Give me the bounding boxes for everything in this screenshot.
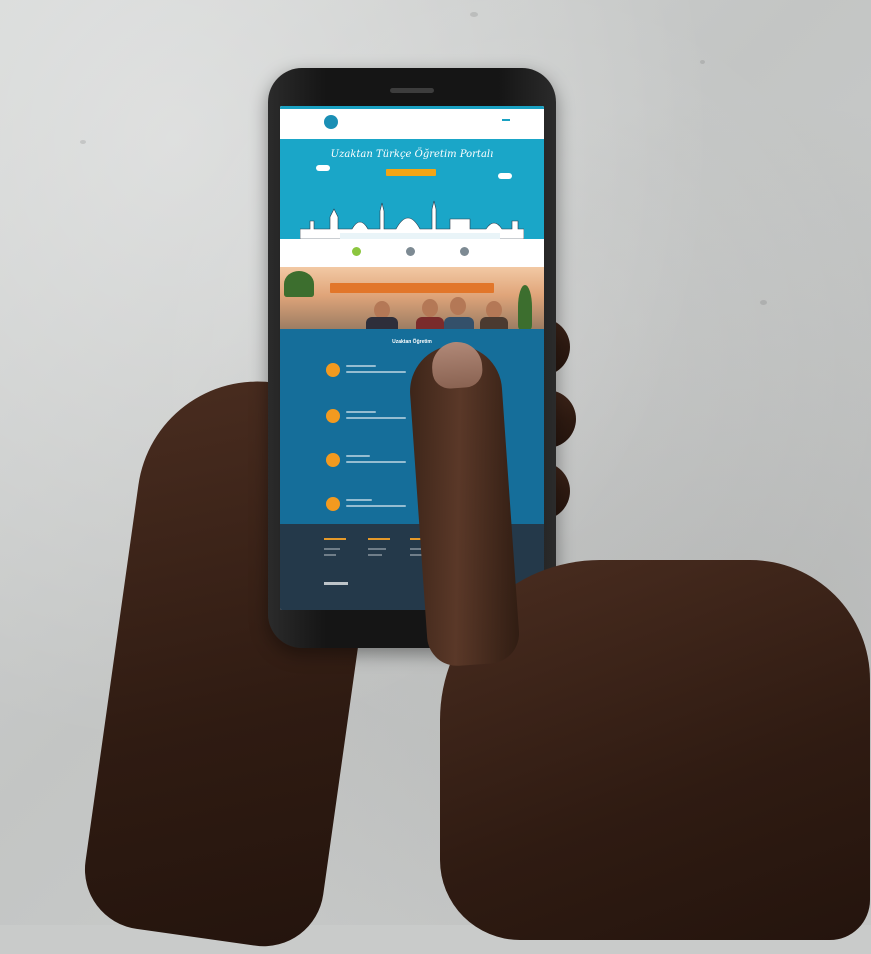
nav-login-button[interactable] [502, 119, 510, 121]
photo-caption-banner [330, 283, 494, 293]
service-text [346, 411, 376, 413]
student-clothing [366, 317, 398, 329]
background-texture [700, 60, 705, 64]
cloud-icon [498, 173, 512, 179]
service-icon [326, 409, 340, 423]
service-icon [326, 497, 340, 511]
service-text [346, 505, 406, 507]
gray-circle-icon[interactable] [460, 247, 469, 256]
background-texture [470, 12, 478, 17]
cloud-icon [316, 165, 330, 171]
footer-button[interactable] [324, 582, 348, 585]
footer-column-title [324, 538, 346, 540]
footer-link[interactable] [368, 548, 386, 550]
service-text [346, 371, 406, 373]
background-texture [760, 300, 767, 305]
service-text [346, 461, 406, 463]
green-circle-icon[interactable] [352, 247, 361, 256]
service-text [346, 499, 372, 501]
gray-circle-icon[interactable] [406, 247, 415, 256]
site-nav [487, 119, 510, 121]
student-clothing [480, 317, 508, 329]
hero-cta-button[interactable] [386, 169, 436, 176]
services-title: Uzaktan Öğretim [392, 339, 432, 345]
students-photo-banner [280, 267, 544, 329]
palm-tree-image [284, 271, 314, 297]
phone-speaker [390, 88, 434, 93]
hero-title: Uzaktan Türkçe Öğretim Portalı [330, 149, 494, 160]
hero-section: Uzaktan Türkçe Öğretim Portalı [280, 139, 544, 239]
student-clothing [444, 317, 474, 329]
service-text [346, 455, 370, 457]
service-icon [326, 363, 340, 377]
footer-link[interactable] [324, 554, 336, 556]
service-icon [326, 453, 340, 467]
footer-link[interactable] [368, 554, 382, 556]
footer-column-title [368, 538, 390, 540]
cypress-tree-image [518, 285, 532, 329]
student-face [422, 299, 438, 317]
service-text [346, 417, 406, 419]
footer-link[interactable] [324, 548, 340, 550]
service-text [346, 365, 376, 367]
site-header [280, 106, 544, 139]
student-face [450, 297, 466, 315]
site-logo-icon [324, 115, 338, 129]
student-clothing [416, 317, 444, 329]
istanbul-skyline-illustration [300, 200, 524, 239]
background-texture [80, 140, 86, 144]
feature-icons-row [280, 239, 544, 267]
